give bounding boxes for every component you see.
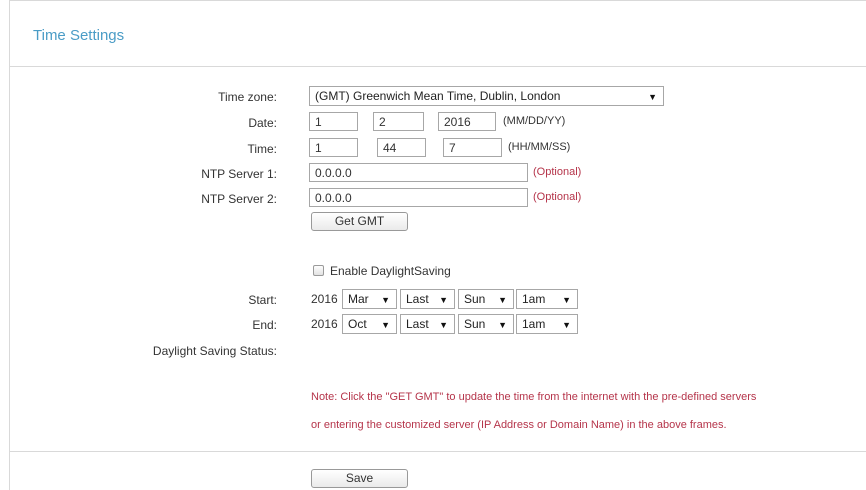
get-gmt-button[interactable]: Get GMT [311,212,408,231]
time-zone-label: Time zone: [218,90,277,104]
dst-start-label: Start: [248,293,277,307]
dst-end-week-value: Last [406,317,429,331]
date-year-input[interactable] [438,112,496,131]
date-label: Date: [248,116,277,130]
dst-start-day-value: Sun [464,292,486,306]
time-zone-select[interactable]: (GMT) Greenwich Mean Time, Dublin, Londo… [309,86,664,106]
enable-daylight-saving-label: Enable DaylightSaving [330,264,451,278]
time-zone-value: (GMT) Greenwich Mean Time, Dublin, Londo… [315,89,561,103]
dst-end-month-value: Oct [348,317,367,331]
dst-start-year: 2016 [311,292,338,306]
dst-start-month-select[interactable]: Mar ▼ [342,289,397,309]
dst-end-hour-select[interactable]: 1am ▼ [516,314,578,334]
dst-start-day-select[interactable]: Sun ▼ [458,289,514,309]
dst-end-day-value: Sun [464,317,486,331]
footer-divider [10,451,866,452]
dst-start-week-value: Last [406,292,429,306]
ntp-server-1-input[interactable] [309,163,528,182]
chevron-down-icon: ▼ [498,320,507,330]
date-format-hint: (MM/DD/YY) [503,115,566,127]
dst-start-month-value: Mar [348,292,369,306]
settings-panel [9,0,866,490]
ntp-server-2-label: NTP Server 2: [201,192,277,206]
note-line-1: Note: Click the "GET GMT" to update the … [311,391,757,403]
date-day-input[interactable] [373,112,424,131]
ntp-server-1-optional: (Optional) [533,166,582,178]
dst-start-hour-value: 1am [522,292,546,306]
dst-end-label: End: [252,318,277,332]
chevron-down-icon: ▼ [562,295,571,305]
chevron-down-icon: ▼ [381,320,390,330]
dst-end-week-select[interactable]: Last ▼ [400,314,455,334]
chevron-down-icon: ▼ [498,295,507,305]
chevron-down-icon: ▼ [439,320,448,330]
chevron-down-icon: ▼ [562,320,571,330]
date-month-input[interactable] [309,112,358,131]
dst-end-year: 2016 [311,317,338,331]
enable-daylight-saving-checkbox[interactable] [313,265,324,276]
time-label: Time: [247,142,277,156]
dst-start-week-select[interactable]: Last ▼ [400,289,455,309]
chevron-down-icon: ▼ [648,92,657,102]
ntp-server-1-label: NTP Server 1: [201,167,277,181]
dst-end-day-select[interactable]: Sun ▼ [458,314,514,334]
dst-start-hour-select[interactable]: 1am ▼ [516,289,578,309]
dst-status-label: Daylight Saving Status: [152,344,277,358]
time-format-hint: (HH/MM/SS) [508,141,571,153]
dst-end-month-select[interactable]: Oct ▼ [342,314,397,334]
note-line-2: or entering the customized server (IP Ad… [311,419,727,431]
title-divider [10,66,866,67]
time-second-input[interactable] [443,138,502,157]
time-minute-input[interactable] [377,138,426,157]
save-button[interactable]: Save [311,469,408,488]
ntp-server-2-input[interactable] [309,188,528,207]
ntp-server-2-optional: (Optional) [533,191,582,203]
time-hour-input[interactable] [309,138,358,157]
dst-end-hour-value: 1am [522,317,546,331]
chevron-down-icon: ▼ [439,295,448,305]
page-title: Time Settings [33,27,125,44]
chevron-down-icon: ▼ [381,295,390,305]
